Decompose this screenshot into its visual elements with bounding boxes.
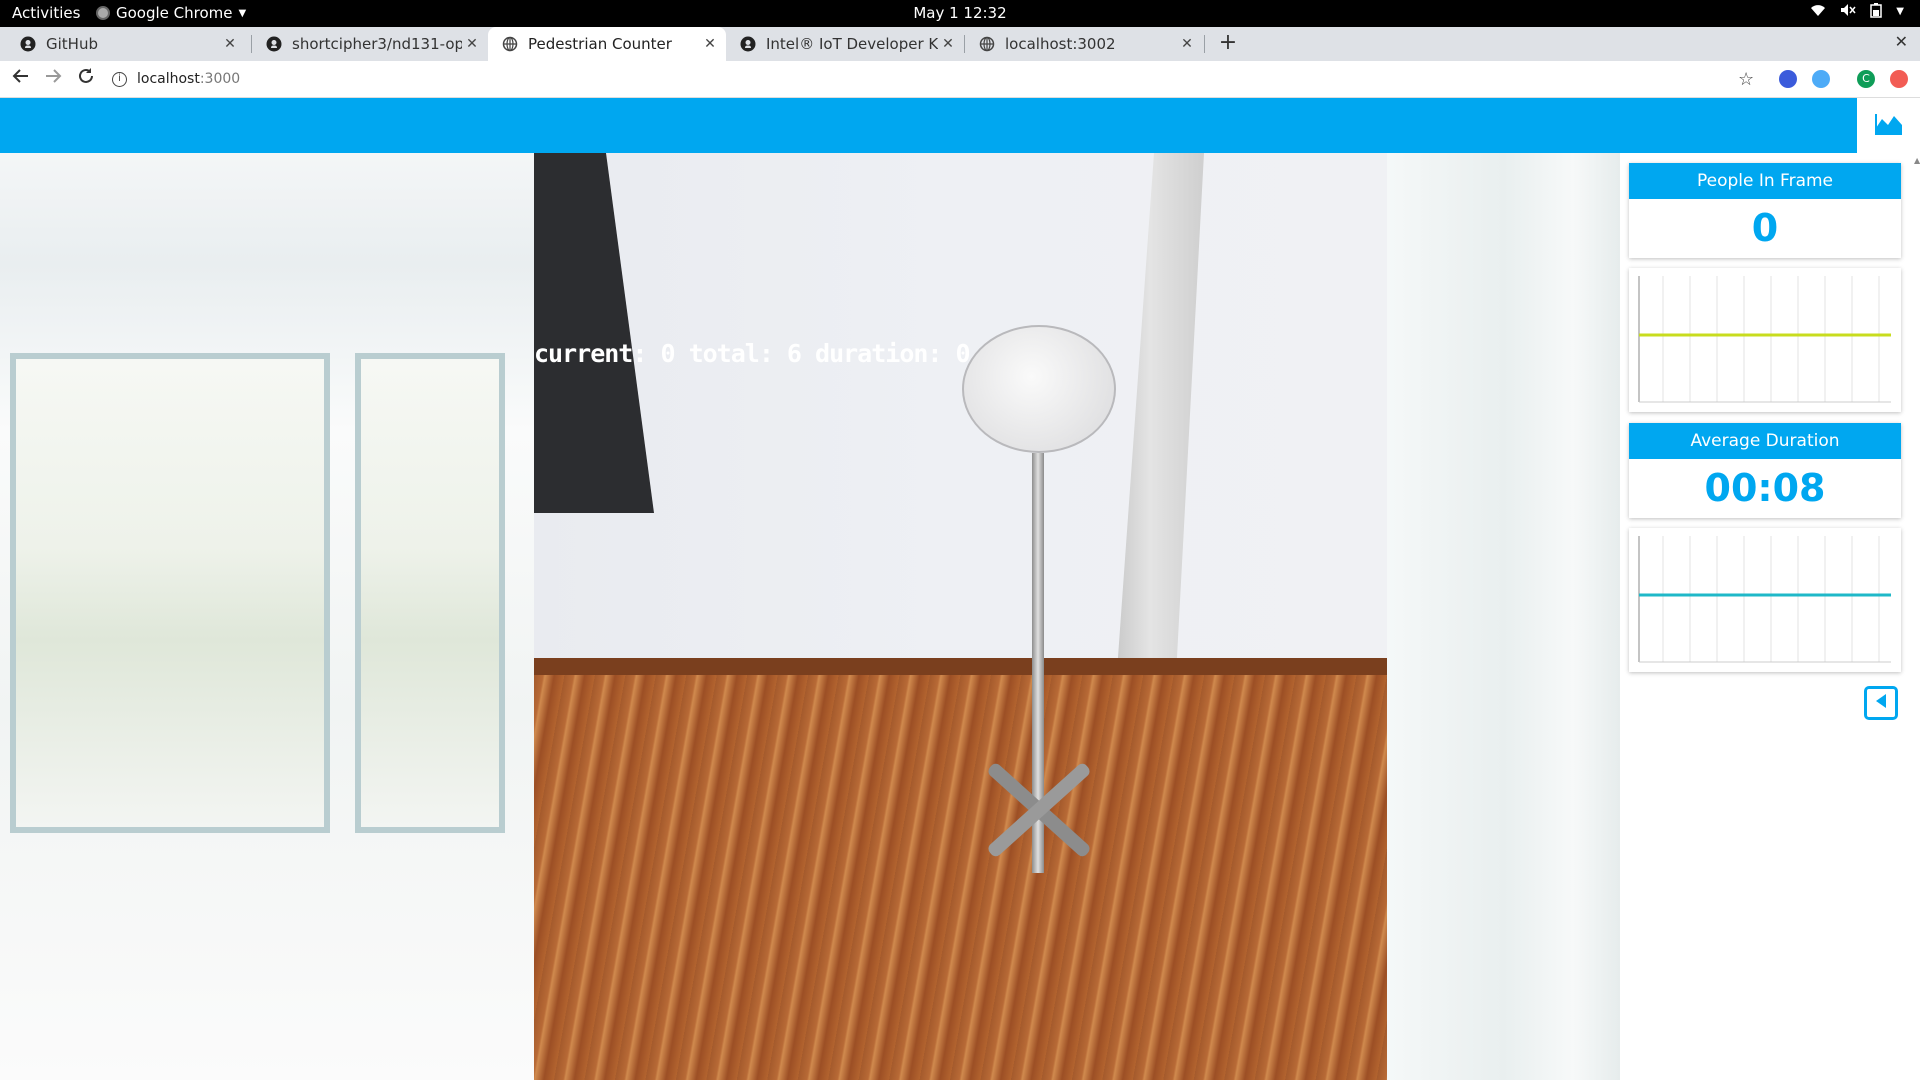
tab-title: shortcipher3/nd131-open: [292, 35, 462, 53]
tab-title: Intel® IoT Developer Kit: [766, 35, 938, 53]
tab-title: GitHub: [46, 35, 98, 53]
app-header-bar: [0, 98, 1920, 153]
extension-icon-red[interactable]: [1890, 70, 1908, 88]
tab-pedestrian-counter[interactable]: Pedestrian Counter ✕: [488, 27, 726, 61]
system-tray[interactable]: ▼: [1810, 3, 1904, 22]
volume-muted-icon: [1840, 3, 1856, 22]
globe-icon: [502, 36, 518, 52]
video-overlay-text: current: 0 total: 6 duration: 0: [534, 339, 971, 368]
background-image-right: [1387, 153, 1620, 1080]
tab-strip: GitHub ✕ shortcipher3/nd131-open ✕ Pedes…: [0, 27, 1920, 61]
background-window: [10, 353, 330, 833]
close-tab-icon[interactable]: ✕: [938, 36, 958, 52]
average-duration-card: Average Duration 00:08: [1629, 423, 1901, 518]
site-info-icon[interactable]: i: [112, 71, 127, 87]
clock[interactable]: May 1 12:32: [0, 4, 1920, 22]
collapse-panel-button[interactable]: [1864, 686, 1898, 720]
area-chart-icon: [1874, 113, 1903, 139]
background-image-left: [0, 153, 534, 1080]
tab-shortcipher3[interactable]: shortcipher3/nd131-open ✕: [252, 27, 488, 61]
github-icon: [740, 36, 756, 52]
close-tab-icon[interactable]: ✕: [1177, 36, 1197, 52]
profile-avatar[interactable]: C: [1857, 70, 1875, 88]
stats-toggle-button[interactable]: [1857, 98, 1920, 153]
close-tab-icon[interactable]: ✕: [462, 36, 482, 52]
chart-gridlines: [1662, 276, 1880, 402]
battery-icon: [1870, 3, 1883, 22]
duration-chart-svg: [1638, 536, 1891, 663]
extension-icon-lightblue[interactable]: [1812, 70, 1830, 88]
tab-title: localhost:3002: [1005, 35, 1116, 53]
people-in-frame-chart: [1629, 268, 1901, 412]
video-wall: [534, 153, 1387, 668]
close-tab-icon[interactable]: ✕: [700, 36, 720, 52]
window-close-icon[interactable]: ✕: [1895, 32, 1908, 51]
chart-gridlines: [1662, 536, 1880, 662]
tab-github[interactable]: GitHub ✕: [6, 27, 246, 61]
video-floor: [534, 675, 1387, 1080]
average-duration-value: 00:08: [1704, 466, 1826, 510]
tab-localhost-3002[interactable]: localhost:3002 ✕: [965, 27, 1203, 61]
url-text: localhost:3000: [137, 71, 240, 87]
url-port: :3000: [199, 71, 241, 87]
github-icon: [20, 36, 36, 52]
tab-intel-iot[interactable]: Intel® IoT Developer Kit ✕: [726, 27, 964, 61]
wifi-icon: [1810, 3, 1826, 22]
caret-left-icon: [1874, 693, 1888, 713]
tab-title: Pedestrian Counter: [528, 35, 672, 53]
people-in-frame-card: People In Frame 0: [1629, 163, 1901, 258]
system-top-bar: Activities Google Chrome ▼ May 1 12:32 ▼: [0, 0, 1920, 27]
scrollbar-up-arrow[interactable]: ▲: [1914, 156, 1920, 165]
video-area: current: 0 total: 6 duration: 0: [0, 153, 1620, 1080]
video-round-sign: [962, 325, 1116, 453]
average-duration-chart: [1629, 528, 1901, 672]
system-menu-caret-icon: ▼: [1896, 6, 1904, 17]
video-stream: current: 0 total: 6 duration: 0: [534, 153, 1387, 1080]
people-chart-svg: [1638, 276, 1891, 403]
github-icon: [266, 36, 282, 52]
reload-button[interactable]: [74, 67, 98, 91]
new-tab-button[interactable]: +: [1214, 30, 1242, 55]
url-host: localhost: [137, 71, 200, 87]
people-in-frame-value: 0: [1751, 206, 1779, 250]
bookmark-star-icon[interactable]: ☆: [1738, 69, 1754, 90]
globe-icon: [979, 36, 995, 52]
background-window: [355, 353, 505, 833]
close-tab-icon[interactable]: ✕: [220, 36, 240, 52]
video-baseboard: [534, 658, 1387, 676]
tab-separator: [1204, 35, 1205, 53]
stats-panel: People In Frame 0 Average Duration 00:08: [1620, 153, 1920, 1080]
address-bar[interactable]: i localhost:3000: [112, 65, 1712, 93]
extension-icon-blue[interactable]: [1779, 70, 1797, 88]
people-in-frame-label: People In Frame: [1629, 163, 1901, 199]
browser-toolbar: i localhost:3000 ☆ C: [0, 61, 1920, 98]
forward-button[interactable]: [41, 67, 65, 91]
back-button[interactable]: [9, 67, 33, 91]
average-duration-label: Average Duration: [1629, 423, 1901, 459]
